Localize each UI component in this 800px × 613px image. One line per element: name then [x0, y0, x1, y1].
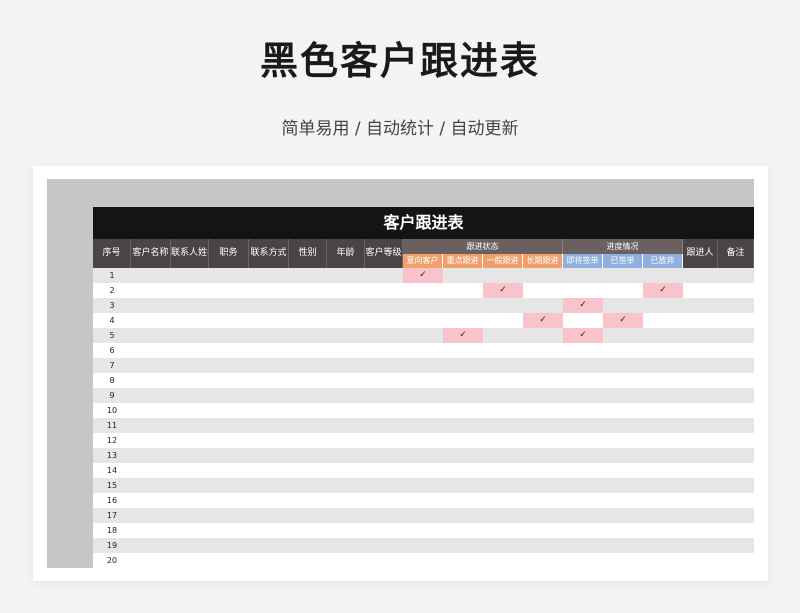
check-mark-cell[interactable]: ✓	[603, 313, 643, 328]
table-row[interactable]: 8	[93, 373, 754, 388]
row-number: 13	[106, 451, 118, 460]
row-number: 16	[106, 496, 118, 505]
sub-header-normal: 一般跟进	[483, 254, 523, 268]
col-header-customer-level: 客户等级	[365, 239, 403, 268]
col-header-gender: 性别	[289, 239, 327, 268]
col-header-customer-name: 客户名称	[131, 239, 171, 268]
table-row[interactable]: 15	[93, 478, 754, 493]
row-number: 7	[109, 361, 115, 370]
sub-header-about-to-sign: 即将签单	[563, 254, 603, 268]
col-header-no: 序号	[93, 239, 131, 268]
table-row[interactable]: 4 ✓ ✓	[93, 313, 754, 328]
table-row[interactable]: 9	[93, 388, 754, 403]
table-row[interactable]: 11	[93, 418, 754, 433]
row-number: 12	[106, 436, 118, 445]
col-header-follower: 跟进人	[683, 239, 718, 268]
check-mark-cell[interactable]: ✓	[443, 328, 483, 343]
table-row[interactable]: 19	[93, 538, 754, 553]
table-row[interactable]: 12	[93, 433, 754, 448]
table-row[interactable]: 6	[93, 343, 754, 358]
table-row[interactable]: 5 ✓ ✓	[93, 328, 754, 343]
check-mark-cell[interactable]: ✓	[563, 328, 603, 343]
sub-header-signed: 已签单	[603, 254, 643, 268]
sub-header-long-term: 长期跟进	[523, 254, 563, 268]
follow-up-table: 客户跟进表 序号 客户名称 联系人姓名 职务 联系方式 性别 年龄 客户等级 跟…	[93, 207, 754, 568]
row-number: 1	[109, 271, 115, 280]
col-header-remarks: 备注	[718, 239, 754, 268]
group-header-progress: 进度情况	[563, 239, 683, 254]
sub-header-intent: 意向客户	[403, 254, 443, 268]
row-number: 11	[106, 421, 118, 430]
table-row[interactable]: 7	[93, 358, 754, 373]
table-row[interactable]: 2 ✓ ✓	[93, 283, 754, 298]
row-number: 20	[106, 556, 118, 565]
table-row[interactable]: 18	[93, 523, 754, 538]
check-mark-cell[interactable]: ✓	[483, 283, 523, 298]
table-row[interactable]: 20	[93, 553, 754, 568]
row-number: 8	[109, 376, 115, 385]
row-number: 3	[109, 301, 115, 310]
row-number: 14	[106, 466, 118, 475]
row-number: 9	[109, 391, 115, 400]
table-title: 客户跟进表	[93, 207, 754, 239]
col-header-age: 年龄	[327, 239, 365, 268]
sub-header-key: 重点跟进	[443, 254, 483, 268]
check-mark-cell[interactable]: ✓	[643, 283, 683, 298]
spreadsheet-preview: 客户跟进表 序号 客户名称 联系人姓名 职务 联系方式 性别 年龄 客户等级 跟…	[47, 179, 754, 568]
col-header-position: 职务	[209, 239, 249, 268]
page-subtitle: 简单易用 / 自动统计 / 自动更新	[281, 119, 519, 139]
row-number: 15	[106, 481, 118, 490]
check-mark-cell[interactable]: ✓	[403, 268, 443, 283]
table-row[interactable]: 14	[93, 463, 754, 478]
page-title: 黑色客户跟进表	[259, 39, 540, 83]
row-number: 5	[109, 331, 115, 340]
check-mark-cell[interactable]: ✓	[523, 313, 563, 328]
row-number: 18	[106, 526, 118, 535]
sub-header-abandoned: 已放弃	[643, 254, 683, 268]
check-mark-cell[interactable]: ✓	[563, 298, 603, 313]
col-header-contact-name: 联系人姓名	[171, 239, 209, 268]
table-row[interactable]: 3 ✓	[93, 298, 754, 313]
row-number: 4	[109, 316, 115, 325]
col-header-contact: 联系方式	[249, 239, 289, 268]
table-row[interactable]: 10	[93, 403, 754, 418]
table-row[interactable]: 17	[93, 508, 754, 523]
row-number: 2	[109, 286, 115, 295]
row-number: 6	[109, 346, 115, 355]
row-number: 19	[106, 541, 118, 550]
table-row[interactable]: 13	[93, 448, 754, 463]
group-header-follow-status: 跟进状态	[403, 239, 563, 254]
table-row[interactable]: 1 ✓	[93, 268, 754, 283]
row-number: 17	[106, 511, 118, 520]
table-row[interactable]: 16	[93, 493, 754, 508]
row-number: 10	[106, 406, 118, 415]
